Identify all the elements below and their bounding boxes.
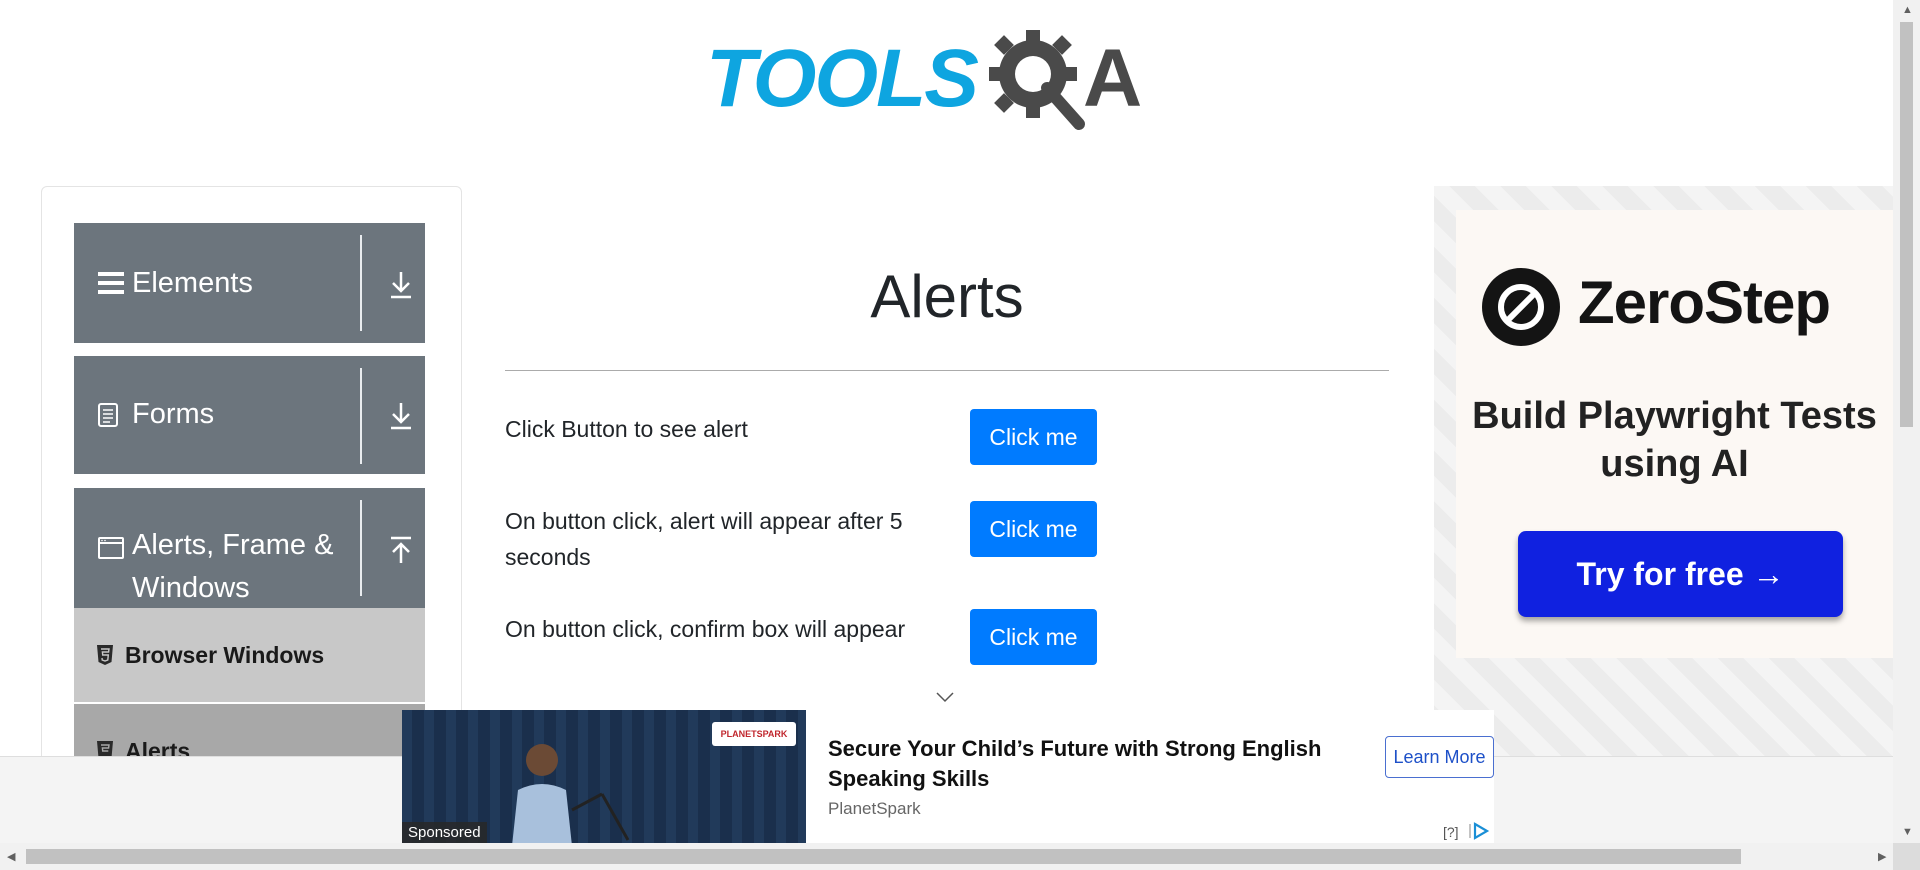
zerostep-brand: ZeroStep bbox=[1578, 269, 1831, 336]
scrollbar-corner bbox=[1893, 843, 1920, 870]
scroll-up-arrow-icon[interactable]: ▲ bbox=[1902, 4, 1913, 16]
divider bbox=[360, 500, 362, 596]
nav-group-elements[interactable]: Elements bbox=[74, 223, 425, 343]
nav-item-browser-windows[interactable]: Browser Windows bbox=[74, 608, 425, 702]
upload-arrow-icon[interactable] bbox=[388, 535, 414, 565]
toolsqa-logo[interactable]: TOOLS A bbox=[706, 24, 1142, 134]
sponsored-source: PlanetSpark bbox=[828, 799, 921, 818]
scroll-left-arrow-icon[interactable]: ◀ bbox=[7, 850, 15, 863]
alert-row-text: Click Button to see alert bbox=[505, 416, 748, 442]
try-for-free-button[interactable]: Try for free → bbox=[1518, 531, 1843, 617]
nav-item-label: Browser Windows bbox=[125, 642, 325, 668]
scroll-down-arrow-icon[interactable]: ▼ bbox=[1902, 826, 1913, 838]
horizontal-scrollbar[interactable]: ◀ ▶ bbox=[0, 843, 1893, 870]
ad-help-link[interactable]: [?] bbox=[1443, 824, 1459, 840]
download-arrow-icon[interactable] bbox=[388, 401, 414, 431]
sponsored-headline[interactable]: Secure Your Child’s Future with Strong E… bbox=[828, 734, 1328, 794]
sponsored-label: Sponsored bbox=[402, 822, 487, 843]
divider bbox=[360, 368, 362, 464]
download-arrow-icon[interactable] bbox=[388, 270, 414, 300]
document-icon bbox=[98, 403, 118, 427]
planetspark-badge: PLANETSPARK bbox=[712, 722, 796, 746]
confirm-button[interactable]: Click me bbox=[970, 609, 1097, 665]
page-title: Alerts bbox=[870, 263, 1024, 330]
timer-alert-row-text: On button click, alert will appear after… bbox=[505, 508, 903, 570]
confirm-row-text: On button click, confirm box will appear bbox=[505, 616, 906, 642]
logo-a-letter: A bbox=[1082, 33, 1143, 124]
divider bbox=[360, 235, 362, 331]
nav-group-label: Elements bbox=[132, 267, 253, 299]
zerostep-tagline: Build Playwright Tests using AI bbox=[1472, 395, 1877, 485]
title-divider bbox=[505, 370, 1389, 371]
logo-tools-text: TOOLS bbox=[706, 33, 979, 124]
chevron-down-icon[interactable] bbox=[935, 690, 955, 704]
page: TOOLS A Elements Forms Alerts, Frame & W… bbox=[0, 0, 1893, 855]
gear-magnifier-icon bbox=[988, 30, 1085, 130]
nav-item-alerts[interactable]: Alerts bbox=[74, 704, 425, 764]
scroll-right-arrow-icon[interactable]: ▶ bbox=[1878, 850, 1886, 863]
vertical-scrollbar[interactable]: ▲ ▼ bbox=[1893, 0, 1920, 855]
horizontal-scroll-thumb[interactable] bbox=[26, 849, 1741, 864]
nav-group-label: Forms bbox=[132, 398, 215, 430]
browser-window-icon bbox=[98, 537, 124, 559]
nav-group-label: Alerts, Frame & Windows bbox=[132, 529, 334, 604]
nav-group-forms[interactable]: Forms bbox=[74, 356, 425, 474]
nav-group-alerts-frame-windows[interactable]: Alerts, Frame & Windows bbox=[74, 488, 425, 608]
adchoices-icon[interactable] bbox=[1468, 822, 1490, 840]
alert-button[interactable]: Click me bbox=[970, 409, 1097, 465]
zerostep-logo-icon bbox=[1482, 268, 1560, 346]
menu-icon bbox=[98, 272, 124, 294]
learn-more-button[interactable]: Learn More bbox=[1385, 736, 1494, 778]
vertical-scroll-thumb[interactable] bbox=[1900, 22, 1913, 427]
timer-alert-button[interactable]: Click me bbox=[970, 501, 1097, 557]
html5-icon bbox=[97, 645, 113, 665]
